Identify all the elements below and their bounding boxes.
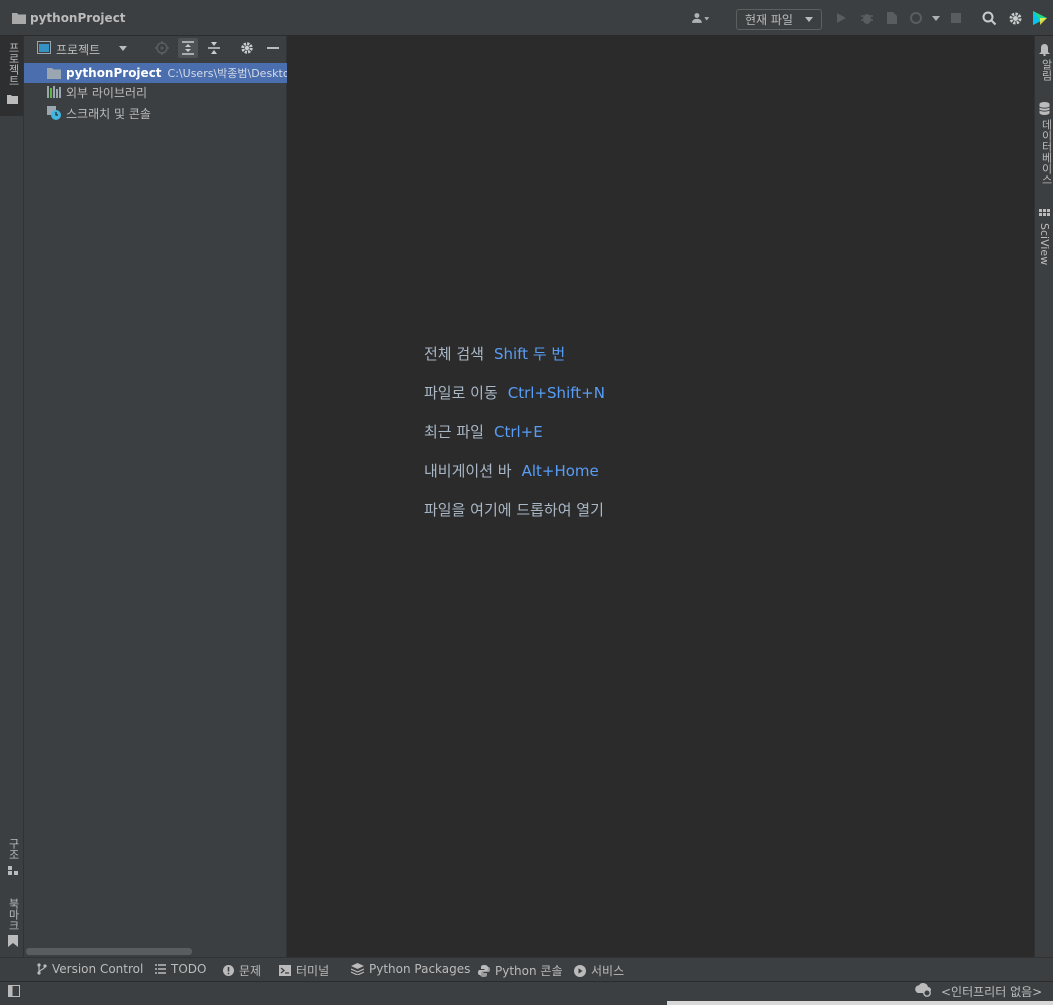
tab-label: Version Control bbox=[52, 962, 144, 976]
hint-text: 최근 파일 bbox=[424, 423, 484, 441]
hint-search-everywhere: 전체 검색 Shift 두 번 bbox=[424, 343, 565, 364]
tree-item-label: pythonProject bbox=[66, 66, 162, 80]
collapse-all-icon[interactable] bbox=[205, 39, 223, 57]
scratch-clock-icon bbox=[47, 106, 61, 120]
tab-label: 터미널 bbox=[296, 964, 330, 978]
interpreter-settings-icon[interactable] bbox=[914, 983, 932, 997]
tree-item-external-libraries[interactable]: 외부 라이브러리 bbox=[24, 82, 287, 102]
hint-navigation-bar: 내비게이션 바 Alt+Home bbox=[424, 460, 599, 481]
tab-label: Python Packages bbox=[369, 962, 471, 976]
stripe-button-structure[interactable]: 구조 bbox=[5, 838, 21, 860]
hint-recent-files: 최근 파일 Ctrl+E bbox=[424, 421, 543, 442]
folder-icon bbox=[7, 94, 18, 104]
stripe-button-sciview[interactable]: SciView bbox=[1038, 223, 1051, 265]
tree-item-scratches[interactable]: 스크래치 및 콘솔 bbox=[24, 103, 287, 123]
hint-text: 전체 검색 bbox=[424, 345, 484, 363]
layers-icon bbox=[351, 963, 364, 975]
hint-shortcut: Shift 두 번 bbox=[493, 345, 566, 363]
left-tool-stripe bbox=[0, 36, 24, 957]
run-icon[interactable] bbox=[832, 9, 850, 27]
tab-version-control[interactable]: Version Control bbox=[37, 962, 143, 976]
search-icon[interactable] bbox=[980, 9, 998, 27]
toggle-tool-windows-icon[interactable] bbox=[8, 985, 20, 997]
tab-services[interactable]: 서비스 bbox=[574, 962, 624, 979]
chevron-down-icon[interactable] bbox=[118, 43, 128, 53]
stripe-label-project: 프로젝트 bbox=[7, 42, 20, 86]
library-icon bbox=[47, 86, 61, 98]
tab-todo[interactable]: TODO bbox=[155, 962, 206, 976]
hint-shortcut: Ctrl+Shift+N bbox=[507, 384, 605, 402]
gear-icon[interactable] bbox=[1006, 9, 1024, 27]
editor-area[interactable] bbox=[287, 36, 1034, 957]
hide-panel-icon[interactable] bbox=[264, 39, 282, 57]
status-progress-strip bbox=[667, 1001, 1053, 1005]
tab-label: 서비스 bbox=[591, 964, 625, 978]
tree-item-label: 외부 라이브러리 bbox=[66, 85, 148, 100]
folder-icon bbox=[12, 12, 26, 24]
tab-problems[interactable]: 문제 bbox=[223, 962, 261, 979]
python-icon bbox=[478, 964, 490, 977]
branch-icon bbox=[37, 963, 47, 975]
problems-icon bbox=[223, 965, 234, 976]
tab-label: 문제 bbox=[239, 964, 262, 978]
hint-text: 파일을 여기에 드롭하여 열기 bbox=[424, 501, 604, 519]
project-tool-window bbox=[24, 36, 287, 957]
sciview-grid-icon bbox=[1039, 209, 1050, 219]
pycharm-logo-icon[interactable] bbox=[1031, 9, 1049, 27]
coverage-icon[interactable] bbox=[883, 9, 901, 27]
structure-icon bbox=[8, 866, 18, 875]
project-view-icon bbox=[37, 41, 51, 54]
stop-icon[interactable] bbox=[947, 9, 965, 27]
tree-item-path: C:\Users\박종범\Deskto bbox=[167, 67, 287, 80]
hint-shortcut: Alt+Home bbox=[521, 462, 599, 480]
folder-icon bbox=[47, 67, 61, 79]
tab-terminal[interactable]: 터미널 bbox=[279, 962, 329, 979]
database-icon bbox=[1039, 102, 1050, 115]
project-breadcrumb[interactable]: pythonProject bbox=[30, 11, 126, 25]
hint-text: 파일로 이동 bbox=[424, 384, 498, 402]
terminal-icon bbox=[279, 965, 291, 976]
stripe-button-bookmarks[interactable]: 북마크 bbox=[5, 898, 21, 931]
tree-item-project-root[interactable]: pythonProject C:\Users\박종범\Deskto bbox=[24, 63, 287, 83]
project-view-title[interactable]: 프로젝트 bbox=[56, 41, 100, 58]
expand-all-icon[interactable] bbox=[178, 38, 198, 58]
user-account-icon[interactable] bbox=[692, 9, 710, 27]
locate-file-icon[interactable] bbox=[153, 39, 171, 57]
chevron-down-icon[interactable] bbox=[927, 9, 945, 27]
tab-python-packages[interactable]: Python Packages bbox=[351, 962, 470, 976]
stripe-button-database[interactable]: 데이터베이스 bbox=[1038, 119, 1053, 185]
profile-icon[interactable] bbox=[907, 9, 925, 27]
hint-text: 내비게이션 바 bbox=[424, 462, 512, 480]
tab-label: TODO bbox=[171, 962, 207, 976]
gear-icon[interactable] bbox=[238, 39, 256, 57]
hint-shortcut: Ctrl+E bbox=[493, 423, 543, 441]
bell-icon bbox=[1039, 44, 1050, 56]
play-circle-icon bbox=[574, 964, 586, 977]
stripe-button-notifications[interactable]: 알림 bbox=[1038, 59, 1053, 81]
tab-python-console[interactable]: Python 콘솔 bbox=[478, 962, 563, 979]
tab-label: Python 콘솔 bbox=[495, 964, 563, 978]
tree-item-label: 스크래치 및 콘솔 bbox=[66, 106, 151, 121]
hint-go-to-file: 파일로 이동 Ctrl+Shift+N bbox=[424, 382, 605, 403]
run-configuration-label: 현재 파일 bbox=[745, 13, 793, 27]
horizontal-scrollbar[interactable] bbox=[26, 948, 192, 955]
hint-drop-files: 파일을 여기에 드롭하여 열기 bbox=[424, 499, 604, 520]
debug-icon[interactable] bbox=[858, 9, 876, 27]
list-icon bbox=[155, 964, 166, 974]
interpreter-status[interactable]: <인터프리터 없음> bbox=[941, 983, 1042, 1000]
chevron-down-icon bbox=[805, 17, 813, 22]
bookmark-icon bbox=[8, 935, 18, 947]
run-configuration-select[interactable]: 현재 파일 bbox=[736, 9, 822, 30]
